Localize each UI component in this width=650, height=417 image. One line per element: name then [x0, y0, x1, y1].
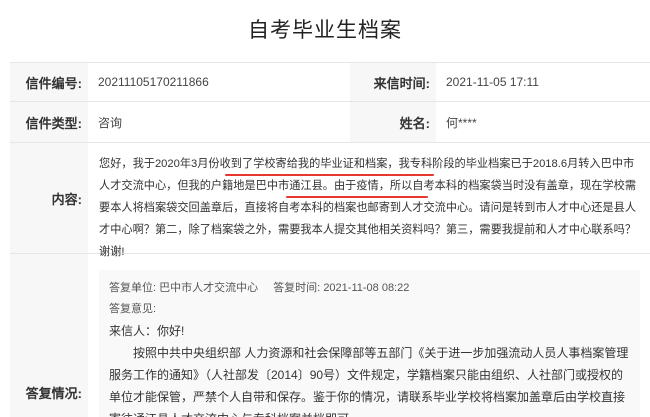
row-reply: 答复情况: 答复单位: 巴中市人才交流中心 答复时间: 2021-11-08 0…	[10, 254, 650, 417]
row-type-name: 信件类型: 咨询 姓名: 何****	[10, 102, 650, 143]
letter-detail-page: 自考毕业生档案 信件编号: 20211105170211866 来信时间: 20…	[0, 0, 650, 417]
letter-no-value: 20211105170211866	[98, 75, 209, 89]
reply-section: 答复单位: 巴中市人才交流中心 答复时间: 2021-11-08 08:22 答…	[88, 254, 650, 417]
content-label: 内容:	[10, 143, 88, 253]
reply-body: 按照中共中央组织部 人力资源和社会保障部等五部门《关于进一步加强流动人员人事档案…	[109, 346, 629, 417]
received-time-label: 来信时间:	[350, 63, 436, 101]
content-text: 您好，我于2020年3月份收到了学校寄给我的毕业证和档案，我专科阶段的毕业档案已…	[99, 158, 637, 258]
received-time-value: 2021-11-05 17:11	[446, 75, 539, 89]
highlight-underline	[225, 174, 434, 176]
letter-type-label: 信件类型:	[10, 102, 88, 142]
reply-time-label: 答复时间:	[273, 282, 321, 294]
reply-box: 答复单位: 巴中市人才交流中心 答复时间: 2021-11-08 08:22 答…	[99, 270, 640, 417]
reply-body-block: 按照中共中央组织部 人力资源和社会保障部等五部门《关于进一步加强流动人员人事档案…	[109, 342, 632, 417]
reply-meta: 答复单位: 巴中市人才交流中心 答复时间: 2021-11-08 08:22	[109, 278, 632, 299]
reply-time-value: 2021-11-08 08:22	[323, 282, 410, 294]
content-text-block: 您好，我于2020年3月份收到了学校寄给我的毕业证和档案，我专科阶段的毕业档案已…	[88, 143, 650, 258]
reply-greeting: 来信人：你好!	[109, 324, 185, 338]
reply-unit-label: 答复单位:	[109, 282, 157, 294]
row-content: 内容: 您好，我于2020年3月份收到了学校寄给我的毕业证和档案，我专科阶段的毕…	[10, 143, 650, 258]
page-title: 自考毕业生档案	[248, 19, 402, 42]
reply-label: 答复情况:	[10, 254, 88, 417]
letter-no-label: 信件编号:	[10, 63, 88, 101]
name-value: 何****	[446, 115, 477, 130]
letter-type-value: 咨询	[98, 115, 123, 130]
reply-opinion-label: 答复意见:	[109, 303, 157, 315]
highlight-underline	[286, 196, 428, 198]
name-label: 姓名:	[350, 102, 436, 142]
reply-unit-value: 巴中市人才交流中心	[159, 282, 259, 294]
letter-info-table: 信件编号: 20211105170211866 来信时间: 2021-11-05…	[10, 62, 650, 417]
row-number-time: 信件编号: 20211105170211866 来信时间: 2021-11-05…	[10, 63, 650, 102]
